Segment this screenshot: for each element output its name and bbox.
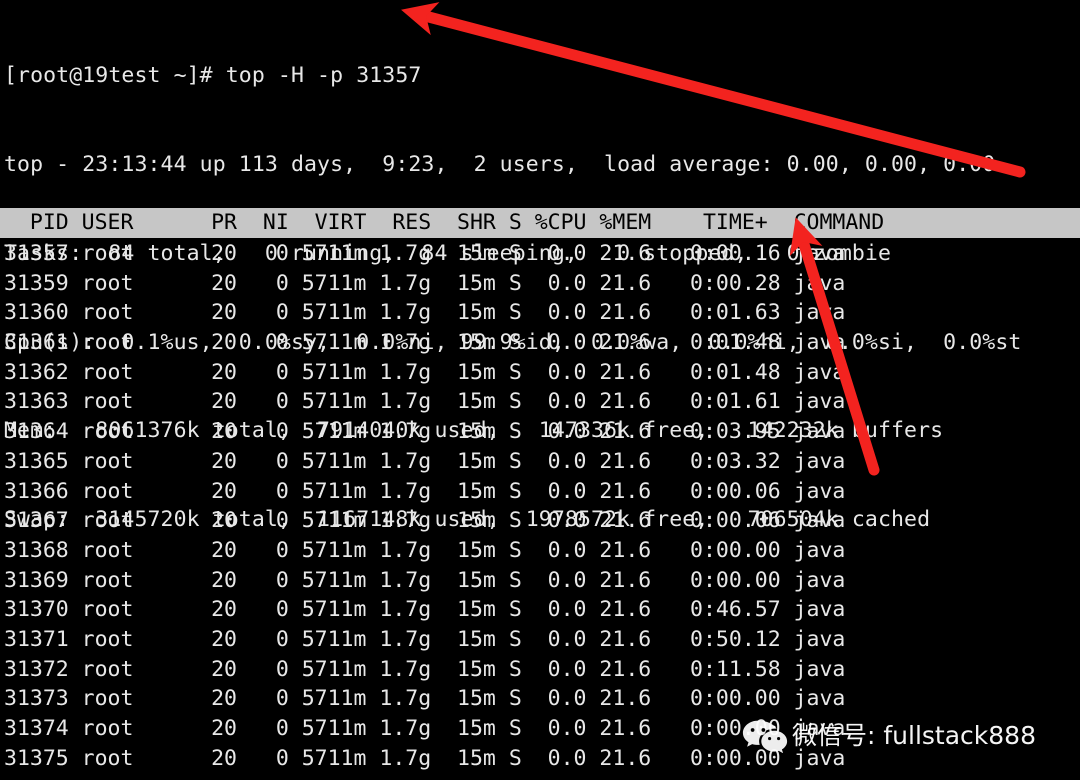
process-table-body: 31357 root 20 0 5711m 1.7g 15m S 0.0 21.… xyxy=(0,239,1080,773)
table-row: 31365 root 20 0 5711m 1.7g 15m S 0.0 21.… xyxy=(4,448,846,474)
table-row: 31366 root 20 0 5711m 1.7g 15m S 0.0 21.… xyxy=(4,478,846,504)
table-row: 31360 root 20 0 5711m 1.7g 15m S 0.0 21.… xyxy=(4,300,846,326)
table-row: 31357 root 20 0 5711m 1.7g 15m S 0.0 21.… xyxy=(4,241,846,266)
watermark-text: 微信号: fullstack888 xyxy=(792,721,1036,750)
table-row: 31368 root 20 0 5711m 1.7g 15m S 0.0 21.… xyxy=(4,537,846,563)
table-row: 31371 root 20 0 5711m 1.7g 15m S 0.0 21.… xyxy=(4,626,846,652)
table-row: 31372 root 20 0 5711m 1.7g 15m S 0.0 21.… xyxy=(4,656,846,682)
shell-prompt-line: [root@19test ~]# top -H -p 31357 xyxy=(4,63,422,89)
table-row: 31359 root 20 0 5711m 1.7g 15m S 0.0 21.… xyxy=(4,270,846,296)
wechat-watermark: 微信号: fullstack888 xyxy=(742,716,1036,756)
top-uptime-line: top - 23:13:44 up 113 days, 9:23, 2 user… xyxy=(4,151,996,177)
table-row: 31367 root 20 0 5711m 1.7g 15m S 0.0 21.… xyxy=(4,508,846,534)
terminal-screenshot: [root@19test ~]# top -H -p 31357 top - 2… xyxy=(0,0,1080,780)
process-table-header: PID USER PR NI VIRT RES SHR S %CPU %MEM … xyxy=(0,208,1080,238)
table-row: 31361 root 20 0 5711m 1.7g 15m S 0.0 21.… xyxy=(4,330,846,356)
table-row: 31363 root 20 0 5711m 1.7g 15m S 0.0 21.… xyxy=(4,389,846,415)
table-row: 31362 root 20 0 5711m 1.7g 15m S 0.0 21.… xyxy=(4,359,846,385)
wechat-icon xyxy=(742,720,788,753)
table-row: 31373 root 20 0 5711m 1.7g 15m S 0.0 21.… xyxy=(4,686,846,712)
table-row: 31370 root 20 0 5711m 1.7g 15m S 0.0 21.… xyxy=(4,597,846,623)
table-row: 31369 root 20 0 5711m 1.7g 15m S 0.0 21.… xyxy=(4,567,846,593)
table-row: 31364 root 20 0 5711m 1.7g 15m S 0.0 21.… xyxy=(4,419,846,445)
